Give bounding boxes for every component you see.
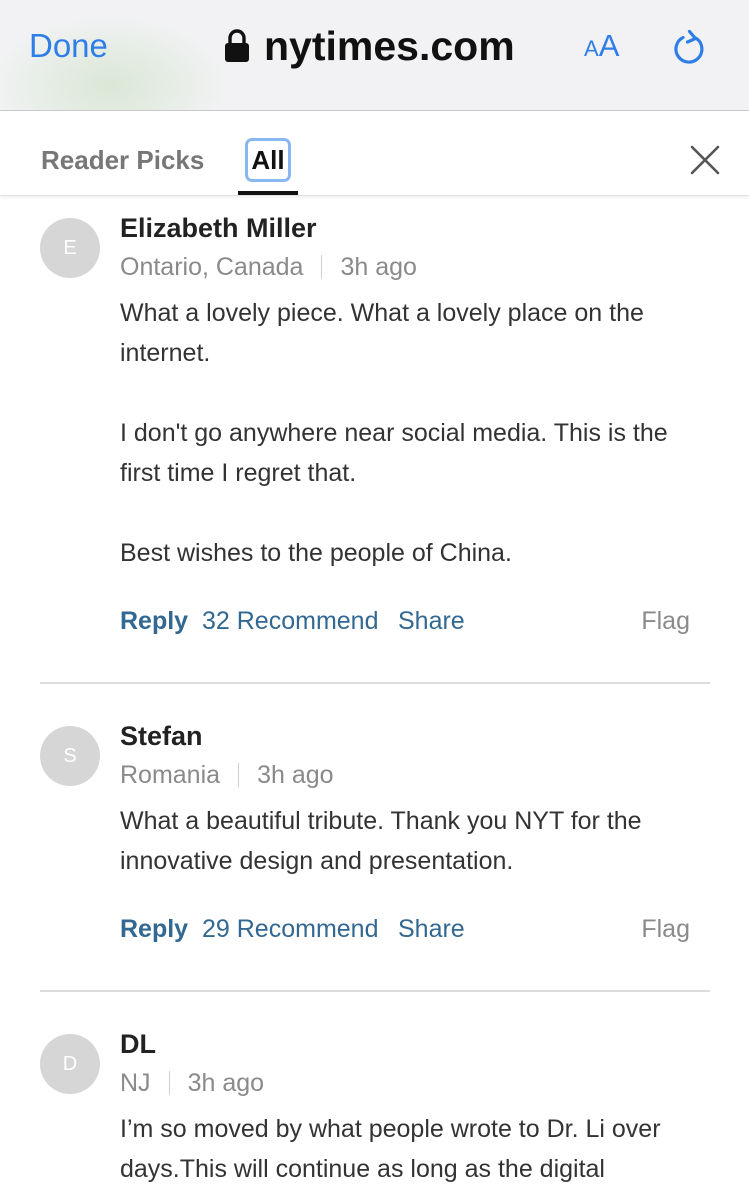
comment-paragraph: I’m so moved by what people wrote to Dr.…: [120, 1115, 661, 1183]
reply-button[interactable]: Reply: [120, 913, 188, 945]
comment-paragraph: I don't go anywhere near social media. T…: [120, 419, 668, 487]
comment-paragraph: Best wishes to the people of China.: [120, 539, 512, 567]
meta-separator: [168, 1071, 170, 1095]
comment-author: Elizabeth Miller: [120, 213, 317, 243]
avatar: D: [40, 1034, 100, 1094]
close-icon[interactable]: [690, 145, 720, 175]
avatar: S: [40, 726, 100, 786]
lock-icon: [225, 29, 249, 62]
active-tab-indicator: [238, 191, 298, 195]
comment-actions: Reply 29 Recommend Share Flag: [120, 913, 690, 945]
url-text: nytimes.com: [264, 23, 515, 69]
share-button[interactable]: Share: [398, 605, 465, 637]
meta-separator: [238, 763, 240, 787]
reply-button[interactable]: Reply: [120, 605, 188, 637]
done-button[interactable]: Done: [29, 26, 108, 66]
comment-location: Romania: [120, 761, 221, 789]
flag-button[interactable]: Flag: [641, 605, 690, 637]
text-size-large-glyph: A: [598, 28, 620, 63]
comment-divider: [40, 990, 710, 992]
share-button[interactable]: Share: [398, 913, 465, 945]
text-size-small-glyph: A: [584, 36, 599, 61]
comment-paragraph: What a lovely piece. What a lovely place…: [120, 299, 644, 367]
comment-body: What a lovely piece. What a lovely place…: [120, 293, 710, 573]
avatar: E: [40, 218, 100, 278]
tab-reader-picks[interactable]: Reader Picks: [41, 144, 204, 176]
comment-time: 3h ago: [257, 761, 334, 789]
comment-time: 3h ago: [187, 1069, 265, 1097]
comment-author: Stefan: [120, 721, 203, 751]
text-size-button[interactable]: A A: [584, 28, 619, 64]
comment-author: DL: [120, 1029, 156, 1059]
comment-meta: Ontario, Canada 3h ago: [120, 251, 417, 283]
flag-button[interactable]: Flag: [641, 913, 690, 945]
comment-location: Ontario, Canada: [120, 253, 304, 281]
comment-divider: [40, 682, 710, 684]
comments-tab-bar: Reader Picks All: [0, 111, 749, 196]
recommend-button[interactable]: 32 Recommend: [202, 605, 378, 637]
recommend-button[interactable]: 29 Recommend: [202, 913, 378, 945]
tab-all[interactable]: All: [245, 138, 291, 182]
comment-paragraph: What a beautiful tribute. Thank you NYT …: [120, 807, 642, 875]
comment-body: I’m so moved by what people wrote to Dr.…: [120, 1109, 710, 1189]
comment-body: What a beautiful tribute. Thank you NYT …: [120, 801, 710, 881]
comment-location: NJ: [120, 1069, 151, 1097]
comment-actions: Reply 32 Recommend Share Flag: [120, 605, 690, 637]
meta-separator: [321, 255, 323, 279]
browser-toolbar: Done nytimes.com A A: [0, 0, 749, 111]
comment-time: 3h ago: [340, 253, 417, 281]
comment-meta: NJ 3h ago: [120, 1067, 264, 1099]
address-bar[interactable]: nytimes.com: [224, 22, 515, 70]
reload-icon[interactable]: [670, 28, 708, 68]
comment-meta: Romania 3h ago: [120, 759, 334, 791]
